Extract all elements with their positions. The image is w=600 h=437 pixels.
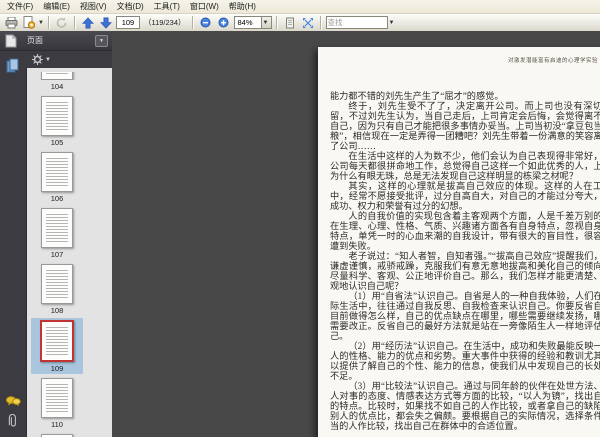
comments-icon [5,396,21,407]
menu-bar: 文件(F) 编辑(E) 视图(V) 文档(D) 工具(T) 窗口(W) 帮助(H… [0,0,600,14]
zoom-level-value: 84% [237,18,253,27]
thumbnail-options-button[interactable]: ▼ [32,54,51,65]
thumbnail-page-number: 108 [50,306,64,315]
sidebar-body: ▼ 104 105 106 107 108 109 110 [0,51,112,437]
comments-panel-button[interactable] [3,391,23,411]
document-view[interactable]: 对激发潜能富有启迪的心理学实验 能力都不错的刘先生产生了“屈才”的感觉。 终于，… [112,31,600,437]
running-head: 对激发潜能富有启迪的心理学实验 [507,58,598,64]
paragraph: （2）用“经历法”认识自己。在生活中，成功和失败最能反映一个人的性格、能力的优点… [330,341,600,381]
thumbnail-page-number: 106 [50,194,64,203]
page-scroll-icon [285,17,294,28]
toolbar-separator [73,16,76,29]
menu-item[interactable]: 帮助(H) [224,1,261,13]
thumbnails-panel: ▼ 104 105 106 107 108 109 110 [26,51,112,437]
thumbnail-page-number: 104 [50,82,64,91]
menu-item[interactable]: 工具(T) [149,1,185,13]
zoom-level-select[interactable]: 84% ▼ [233,16,272,29]
page-thumbnail[interactable]: 108 [31,262,83,316]
paragraph: 老子说过：“知人者智，自知者强。”“拔高自己效应”提醒我们，要谦虚谨慎，戒骄戒躁… [330,251,600,291]
thumbnail-page-number: 105 [50,138,64,147]
thumbnail-page-number: 107 [50,250,64,259]
fit-window-button[interactable] [300,15,316,30]
export-document-icon [23,16,35,29]
arrow-up-icon [82,16,94,28]
zoom-out-icon [200,17,211,28]
thumbnail-page-image[interactable] [31,208,83,248]
paragraph: 在生活中这样的人为数不少，他们会认为自己表现得非常好，在公司每天都很拼命地工作，… [330,151,600,181]
thumbnail-page-image[interactable] [31,320,83,362]
thumbnails-list[interactable]: 104 105 106 107 108 109 110 [26,68,112,437]
thumbnail-page-number: 109 [50,364,64,373]
panel-title: 页面 [27,36,43,45]
page-thumbnail[interactable]: 107 [31,206,83,260]
panel-options-button[interactable]: ▼ [95,34,108,47]
scrolling-mode-button[interactable] [282,15,298,30]
nav-icon-strip [0,51,26,437]
printer-icon [5,16,17,28]
find-options-caret[interactable]: ▼ [389,20,395,26]
page-thumbnail[interactable]: 109 [31,318,83,374]
pages-panel-button[interactable] [3,55,23,75]
toolbar-separator [275,16,278,29]
previous-view-button[interactable] [54,15,70,30]
export-button[interactable] [21,15,37,30]
gear-dropdown-caret: ▼ [45,56,51,63]
paragraph: 人的自我价值的实现包含着主客观两个方面，人是千差万别的，在生理、心理、性格、气质… [330,211,600,251]
page-thumbnail[interactable]: 110 [31,376,83,430]
previous-page-button[interactable] [80,15,96,30]
thumbnail-page-image[interactable] [31,264,83,304]
page-count-label: （119/234） [143,18,186,27]
page-thumbnail[interactable]: 106 [31,150,83,204]
menu-item[interactable]: 文件(F) [2,1,38,13]
page-number-input[interactable] [115,16,140,29]
page-text: 能力都不错的刘先生产生了“屈才”的感觉。 终于，刘先生受不了了，决定离开公司。而… [330,91,600,437]
gear-icon [32,54,43,65]
find-input[interactable] [325,16,388,29]
menu-item[interactable]: 视图(V) [75,1,112,13]
toolbar-separator [319,16,322,29]
previous-view-icon [57,17,67,28]
toolbar-separator [191,16,194,29]
page-icon [5,34,17,47]
menu-item[interactable]: 文档(D) [112,1,149,13]
export-dropdown-caret[interactable]: ▼ [38,20,44,26]
menu-item[interactable]: 窗口(W) [185,1,224,13]
arrow-down-icon [100,17,112,29]
paragraph: （3）用“比较法”认识自己。通过与同年龄的伙伴在处世方法、对人对事的态度、情感表… [330,381,600,431]
paperclip-icon [8,414,16,427]
page-thumbnail[interactable]: 111 [31,432,83,437]
paragraph: （1）用“自省法”认识自己。自省是人的一种自我体验，人们在实际生活中，往往通过自… [330,291,600,341]
page-thumbnail[interactable]: 104 [31,70,83,92]
zoom-out-button[interactable] [198,15,214,30]
zoom-dropdown-caret[interactable]: ▼ [260,17,271,28]
paragraph: 终于，刘先生受不了了，决定离开公司。而上司也没有深切挽留，不过刘先生认为，当自己… [330,101,600,151]
expand-arrows-icon [302,17,313,28]
thumbnail-page-image[interactable] [31,96,83,136]
menu-item[interactable]: 编辑(E) [38,1,75,13]
next-page-button[interactable] [98,15,114,30]
pdf-reader-window: 文件(F) 编辑(E) 视图(V) 文档(D) 工具(T) 窗口(W) 帮助(H… [0,0,600,437]
paragraph: 其实，这样的心理就是拔高自己效应的体现。这样的人在工作中，经常不愿接受批评，过分… [330,181,600,211]
page-thumbnail[interactable]: 105 [31,94,83,148]
attachments-panel-button[interactable] [3,411,23,431]
thumbnail-page-number: 110 [51,420,63,429]
thumbnails-toolbar: ▼ [26,51,112,68]
thumbnail-page-image[interactable] [31,72,83,80]
content-area: 页面 ▼ ▼ 104 105 106 107 108 109 110 对激发潜能… [0,31,600,437]
pages-panel-header: 页面 ▼ [0,31,112,51]
thumbnail-page-image[interactable] [31,152,83,192]
pages-thumbnails-icon [6,58,19,72]
document-page: 对激发潜能富有启迪的心理学实验 能力都不错的刘先生产生了“屈才”的感觉。 终于，… [318,47,600,437]
zoom-in-icon [218,17,229,28]
toolbar: ▼ （119/234） [0,14,600,32]
zoom-in-button[interactable] [216,15,232,30]
toolbar-separator [47,16,50,29]
paragraph: 能力都不错的刘先生产生了“屈才”的感觉。 [330,91,504,101]
thumbnail-page-image[interactable] [31,378,83,418]
print-button[interactable] [3,15,19,30]
navigation-sidebar: 页面 ▼ ▼ 104 105 106 107 108 109 110 [0,31,112,437]
